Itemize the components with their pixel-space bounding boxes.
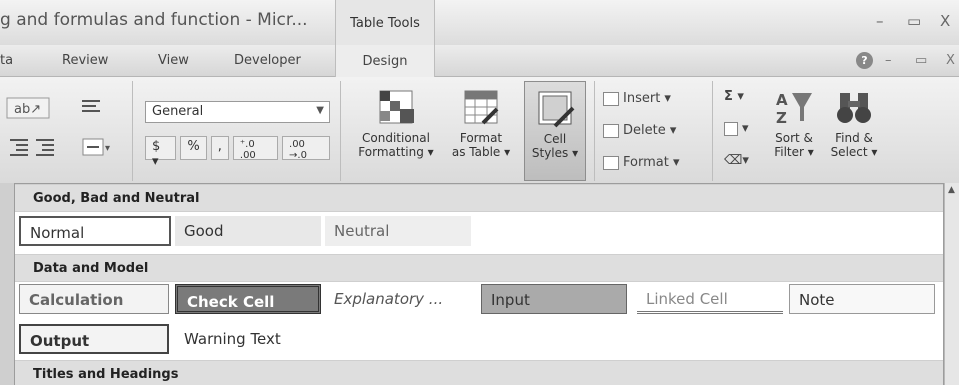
sort-filter-button[interactable]: A Z Sort & Filter ▾ (766, 81, 822, 181)
format-as-table-button[interactable]: Format as Table ▾ (446, 81, 516, 181)
clear-button[interactable]: ⌫▾ (724, 153, 749, 168)
tab-view[interactable]: View (158, 53, 189, 68)
group-separator (594, 81, 595, 181)
ribbon-tab-bar: ta Review View Developer Design ? – ▭ X (0, 45, 959, 77)
increase-indent-icon[interactable] (34, 137, 56, 161)
merge-center-icon[interactable]: ▾ (82, 137, 112, 161)
find-select-label-1: Find & (835, 131, 873, 145)
style-warning-text[interactable]: Warning Text (175, 324, 335, 354)
eraser-icon: ⌫ (724, 153, 743, 168)
group-separator (340, 81, 341, 181)
style-calculation[interactable]: Calculation (19, 284, 169, 314)
delete-icon (603, 123, 619, 138)
sort-filter-label-1: Sort & (775, 131, 813, 145)
conditional-formatting-button[interactable]: Conditional Formatting ▾ (348, 81, 444, 181)
conditional-formatting-icon (379, 90, 414, 124)
minimize-button[interactable]: – (876, 12, 884, 30)
cell-styles-icon (538, 91, 575, 128)
workbook-minimize-button[interactable]: – (885, 53, 892, 68)
section-heading: Titles and Headings (15, 360, 943, 385)
format-label: Format ▾ (623, 155, 680, 170)
group-separator (712, 81, 713, 181)
number-buttons-row: $ ▾ % , ⁺.0 .00 .00 →.0 (145, 135, 330, 169)
help-icon[interactable]: ? (856, 52, 873, 69)
orientation-icon[interactable]: ab↗ (6, 97, 50, 123)
style-input[interactable]: Input (481, 284, 627, 314)
cell-styles-label-2: Styles ▾ (531, 146, 579, 160)
percent-style-button[interactable]: % (180, 136, 207, 160)
find-select-button[interactable]: Find & Select ▾ (826, 81, 882, 181)
scroll-up-icon[interactable]: ▲ (948, 185, 955, 195)
style-neutral[interactable]: Neutral (325, 216, 471, 246)
section-heading: Good, Bad and Neutral (15, 184, 943, 212)
gallery-scrollbar[interactable]: ▲ (944, 183, 959, 385)
decrease-indent-icon[interactable] (8, 137, 30, 161)
fill-button[interactable]: ▾ (724, 121, 749, 136)
window-title: g and formulas and function - Micr... (0, 10, 308, 30)
tab-data[interactable]: ta (0, 53, 13, 68)
wrap-text-icon[interactable] (80, 97, 102, 123)
tab-design[interactable]: Design (335, 45, 435, 77)
style-output[interactable]: Output (19, 324, 169, 354)
clear-chevron: ▾ (742, 153, 749, 168)
style-note[interactable]: Note (789, 284, 935, 314)
workbook-restore-button[interactable]: ▭ (915, 53, 927, 68)
autosum-button[interactable]: Σ ▾ (724, 89, 744, 104)
binoculars-icon (837, 93, 871, 123)
number-format-value: General (152, 104, 204, 119)
insert-label: Insert ▾ (623, 91, 671, 106)
restore-button[interactable]: ▭ (907, 12, 921, 30)
svg-text:ab↗: ab↗ (14, 102, 41, 117)
cell-styles-gallery: Good, Bad and Neutral Normal Good Neutra… (14, 183, 944, 385)
ribbon: ab↗ ▾ General ▼ $ ▾ % , ⁺.0 .00 .00 →.0 … (0, 77, 959, 183)
number-format-dropdown[interactable]: General ▼ (145, 101, 330, 123)
sort-filter-label-2: Filter ▾ (774, 145, 814, 159)
insert-cells-button[interactable]: Insert ▾ (603, 91, 671, 106)
conditional-formatting-label-2: Formatting ▾ (358, 145, 434, 159)
chevron-down-icon: ▼ (316, 105, 324, 116)
insert-icon (603, 91, 619, 106)
style-explanatory[interactable]: Explanatory ... (325, 284, 471, 314)
accounting-format-button[interactable]: $ ▾ (145, 136, 177, 169)
sheet-left-edge (0, 183, 14, 385)
svg-text:▾: ▾ (105, 143, 110, 154)
style-linked-cell[interactable]: Linked Cell (637, 284, 783, 314)
decrease-decimal-button[interactable]: .00 →.0 (282, 136, 330, 161)
comma-style-button[interactable]: , (210, 136, 229, 160)
sort-filter-icon: A Z (776, 91, 812, 127)
section-heading: Data and Model (15, 254, 943, 282)
title-bar: g and formulas and function - Micr... Ta… (0, 0, 959, 45)
cell-styles-label-1: Cell (543, 132, 567, 146)
style-good[interactable]: Good (175, 216, 321, 246)
format-as-table-label-1: Format (459, 131, 503, 145)
format-as-table-icon (464, 90, 499, 125)
svg-text:A: A (776, 91, 788, 109)
conditional-formatting-label-1: Conditional (362, 131, 430, 145)
fill-chevron: ▾ (742, 121, 749, 136)
style-check-cell[interactable]: Check Cell (175, 284, 321, 314)
format-cells-button[interactable]: Format ▾ (603, 155, 679, 170)
table-tools-context-label: Table Tools (335, 0, 435, 45)
svg-text:Z: Z (776, 109, 787, 127)
find-select-label-2: Select ▾ (830, 145, 878, 159)
tab-review[interactable]: Review (62, 53, 108, 68)
style-normal[interactable]: Normal (19, 216, 171, 246)
delete-label: Delete ▾ (623, 123, 677, 138)
delete-cells-button[interactable]: Delete ▾ (603, 123, 676, 138)
close-button[interactable]: X (940, 12, 950, 30)
format-icon (603, 155, 619, 170)
fill-down-icon (724, 121, 738, 136)
group-separator (132, 81, 133, 181)
tab-developer[interactable]: Developer (234, 53, 301, 68)
cell-styles-button[interactable]: Cell Styles ▾ (524, 81, 586, 181)
format-as-table-label-2: as Table ▾ (451, 145, 511, 159)
increase-decimal-button[interactable]: ⁺.0 .00 (232, 136, 279, 161)
workbook-close-button[interactable]: X (946, 53, 955, 68)
